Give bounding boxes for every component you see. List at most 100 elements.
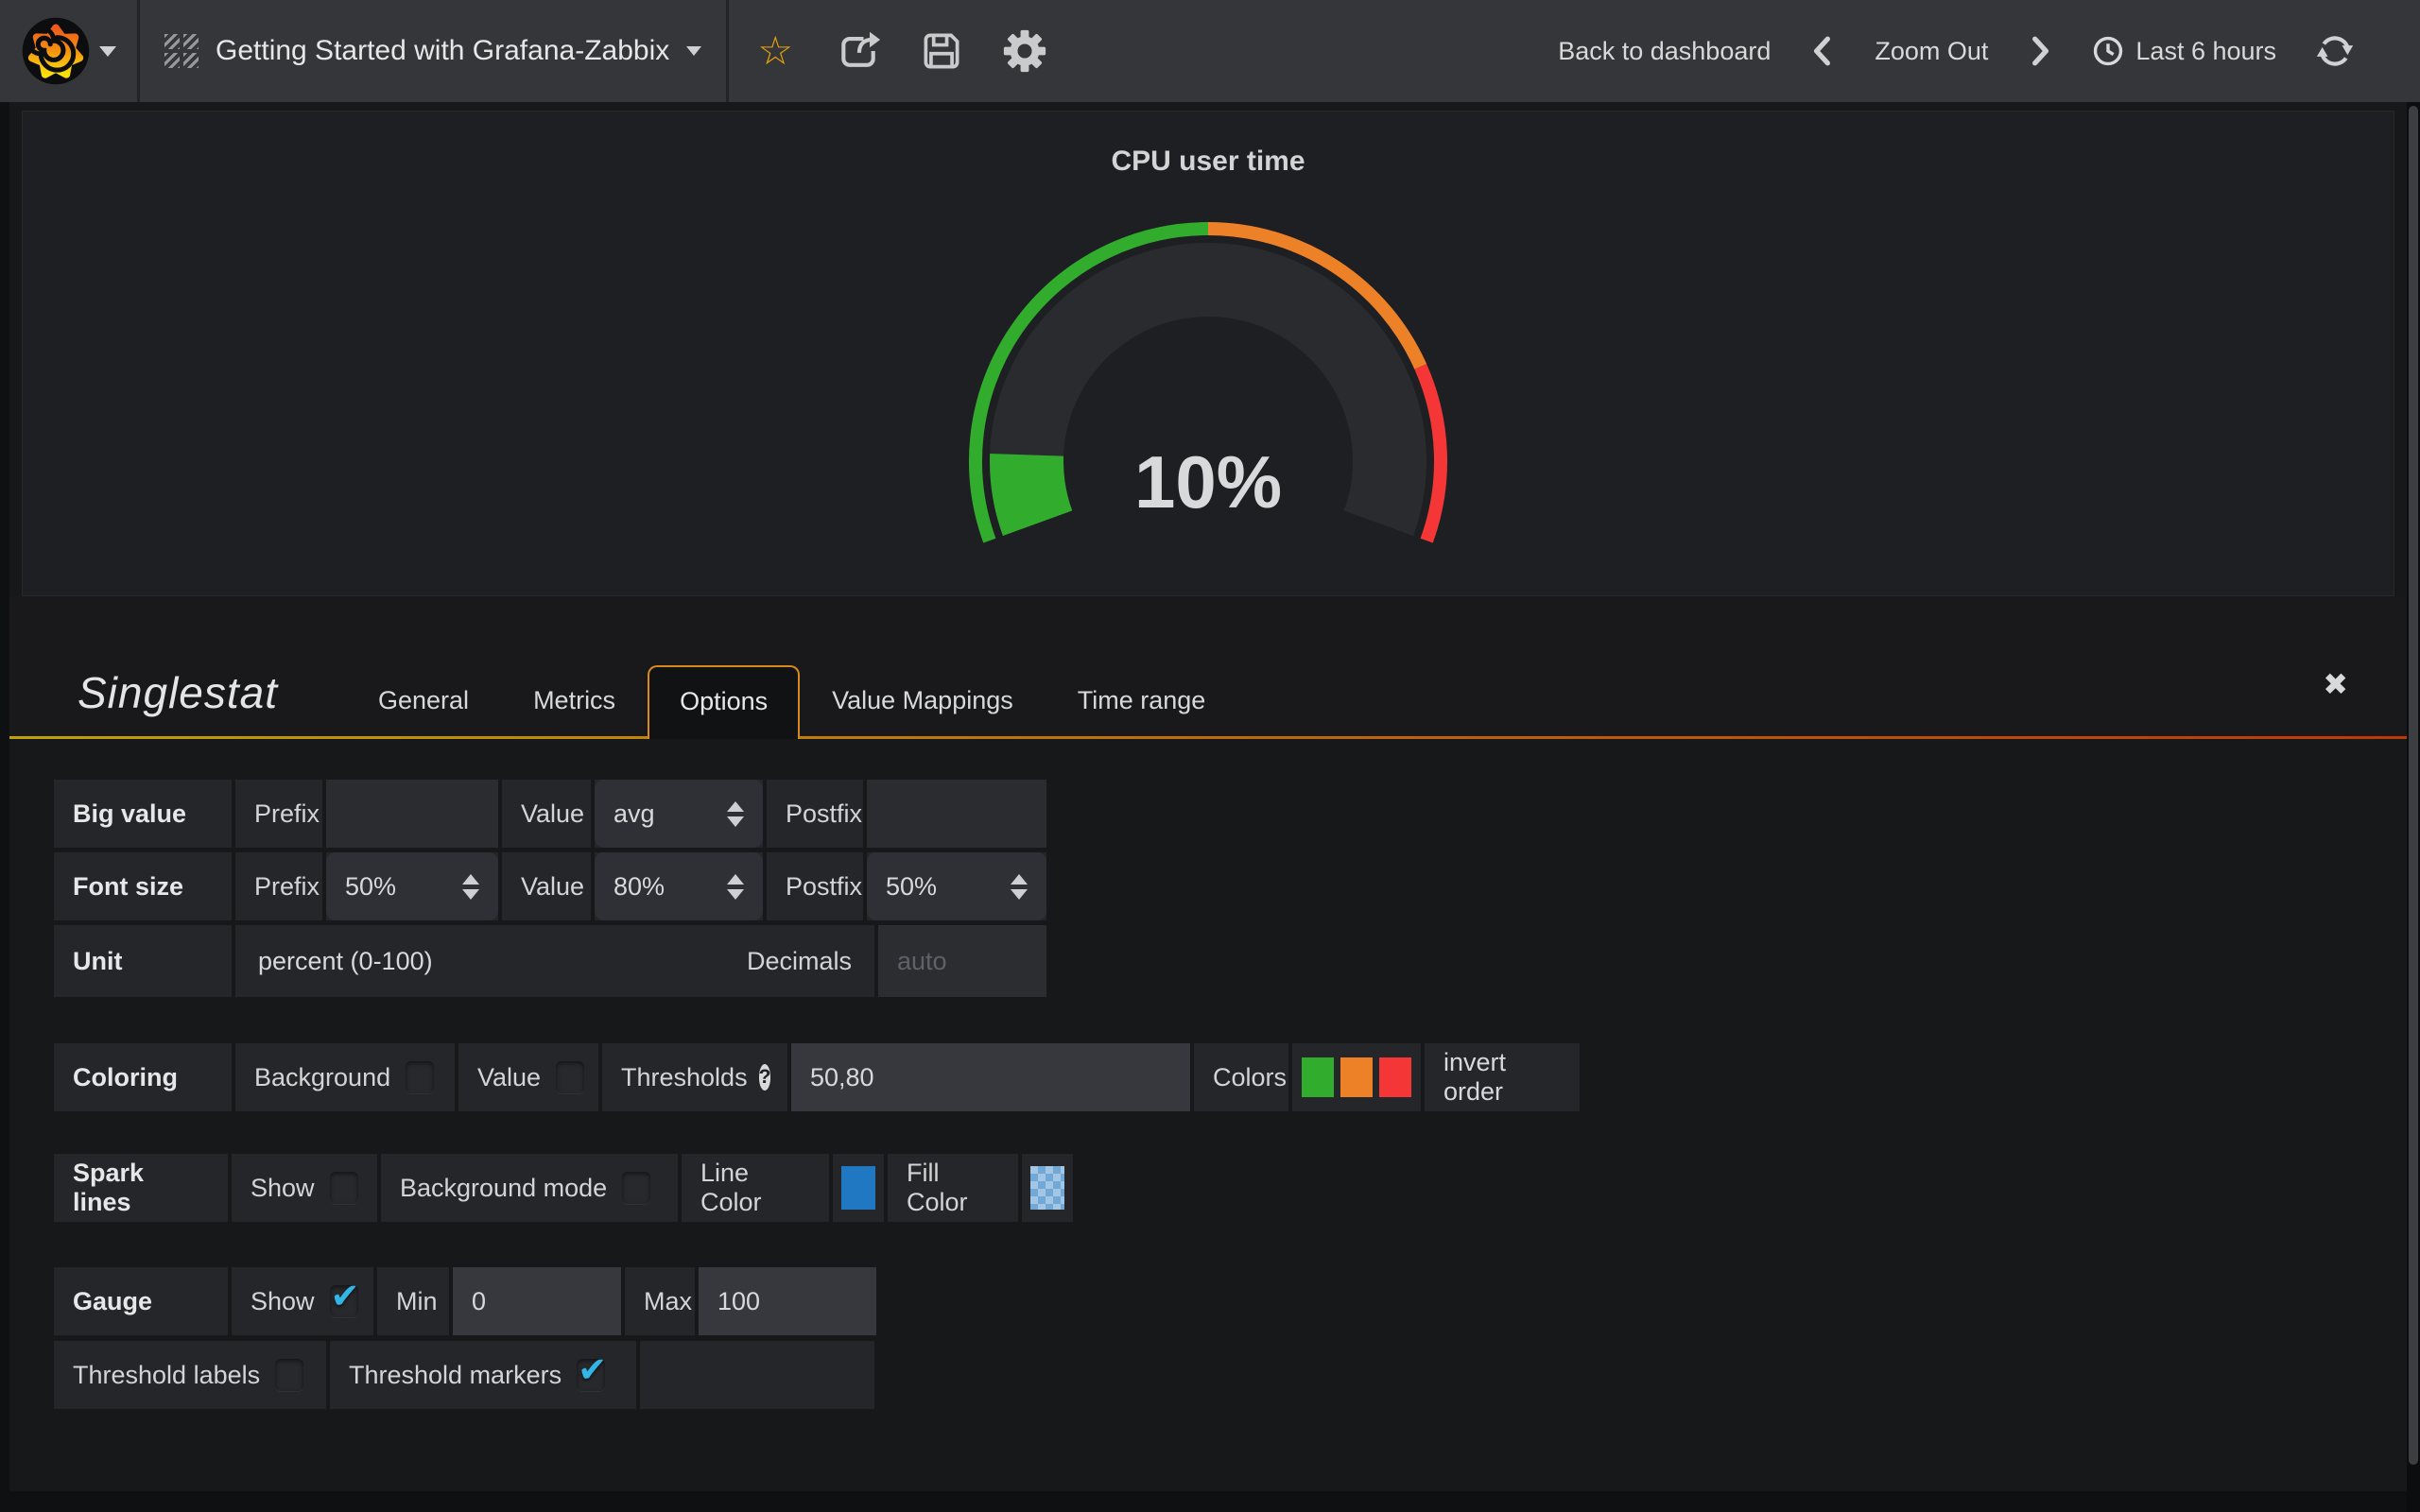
background-checkbox[interactable]: ✔ <box>406 1061 434 1093</box>
share-button[interactable] <box>829 0 888 102</box>
dashboard-title: Getting Started with Grafana-Zabbix <box>216 35 669 67</box>
threshold-markers-cell: Threshold markers ✔ <box>330 1341 636 1409</box>
color-swatches-cell <box>1292 1043 1421 1111</box>
max-input[interactable] <box>699 1267 876 1335</box>
spark-show-checkbox[interactable]: ✔ <box>330 1172 358 1204</box>
fill-color-swatch[interactable] <box>1030 1166 1064 1210</box>
prefix-input[interactable] <box>326 780 498 848</box>
coloring-label: Coloring <box>54 1043 232 1111</box>
dashboard-grid-icon <box>164 34 199 68</box>
coloring-background-cell: Background ✔ <box>235 1043 455 1111</box>
unit-row: Unit percent (0-100) Decimals <box>54 925 2407 997</box>
zoom-out-button[interactable]: Zoom Out <box>1875 37 1988 66</box>
checkmark-icon: ✔ <box>578 1349 607 1390</box>
dashboard-actions: ☆ <box>729 0 1071 102</box>
background-mode-checkbox[interactable]: ✔ <box>622 1172 650 1204</box>
colors-label: Colors <box>1194 1043 1288 1111</box>
spark-lines-label: Spark lines <box>54 1154 228 1222</box>
dashboard-content: CPU user time 10% Singlestat General Met… <box>9 102 2407 1491</box>
invert-order-button[interactable]: invert order <box>1443 1048 1561 1107</box>
postfix-size-select-cell: 50% <box>867 852 1046 920</box>
scrollbar-thumb[interactable] <box>2409 106 2418 1465</box>
spark-lines-row: Spark lines Show ✔ Background mode ✔ Lin… <box>54 1154 2407 1222</box>
gauge-show-cell: Show ✔ <box>232 1267 373 1335</box>
decimals-label: Decimals <box>747 947 852 976</box>
postfix-input[interactable] <box>867 780 1046 848</box>
gauge-value: 10% <box>23 444 2394 520</box>
min-input-cell <box>453 1267 621 1335</box>
dashboard-title-button[interactable]: Getting Started with Grafana-Zabbix <box>140 0 726 102</box>
grafana-logo-icon <box>22 17 90 85</box>
tab-value-mappings[interactable]: Value Mappings <box>800 686 1046 739</box>
checkmark-icon: ✔ <box>331 1276 360 1316</box>
line-color-swatch[interactable] <box>841 1166 875 1210</box>
singlestat-panel: CPU user time 10% <box>22 111 2394 596</box>
decimals-input-cell <box>878 925 1046 997</box>
tab-options[interactable]: Options <box>648 665 800 739</box>
unit-value-dropdown[interactable]: percent (0-100) <box>258 947 433 976</box>
scrollbar-track[interactable] <box>2407 102 2420 1512</box>
tab-metrics[interactable]: Metrics <box>501 686 648 739</box>
min-label: Min <box>377 1267 449 1335</box>
prefix-input-cell <box>326 780 498 848</box>
value-size-select[interactable]: 80% <box>595 852 763 920</box>
share-icon <box>836 28 881 74</box>
threshold-labels-cell: Threshold labels ✔ <box>54 1341 326 1409</box>
save-button[interactable] <box>912 0 971 102</box>
max-label: Max <box>625 1267 695 1335</box>
decimals-input[interactable] <box>878 925 1046 997</box>
grafana-logo-menu[interactable] <box>0 0 140 102</box>
prefix-size-select-cell: 50% <box>326 852 498 920</box>
unit-label: Unit <box>54 925 232 997</box>
tab-time-range[interactable]: Time range <box>1046 686 1238 739</box>
big-value-row: Big value Prefix Value avg Postfix <box>54 780 2407 848</box>
chevron-right-icon[interactable] <box>2028 35 2052 67</box>
panel-title[interactable]: CPU user time <box>23 112 2394 178</box>
min-input[interactable] <box>453 1267 621 1335</box>
time-range-label: Last 6 hours <box>2135 37 2276 66</box>
empty-cell <box>640 1341 874 1409</box>
gauge-show-checkbox[interactable]: ✔ <box>330 1285 358 1317</box>
invert-order-cell: invert order <box>1425 1043 1580 1111</box>
value-select-cell: avg <box>595 780 763 848</box>
help-icon[interactable]: ? <box>759 1064 771 1091</box>
back-to-dashboard-button[interactable]: Back to dashboard <box>1558 37 1771 66</box>
select-arrows-icon <box>727 801 744 827</box>
value-checkbox[interactable]: ✔ <box>556 1061 584 1093</box>
font-size-label: Font size <box>54 852 232 920</box>
time-range-picker[interactable]: Last 6 hours <box>2092 35 2276 67</box>
prefix-label: Prefix <box>235 780 322 848</box>
navbar: Getting Started with Grafana-Zabbix ☆ <box>0 0 2420 102</box>
star-icon: ☆ <box>757 31 793 71</box>
value-label: Value <box>502 780 591 848</box>
options-form: Big value Prefix Value avg Postfix <box>9 780 2407 1409</box>
threshold-markers-checkbox[interactable]: ✔ <box>577 1359 605 1391</box>
prefix-size-select[interactable]: 50% <box>326 852 498 920</box>
thresholds-input[interactable] <box>791 1043 1190 1111</box>
threshold-labels-checkbox[interactable]: ✔ <box>275 1359 303 1391</box>
threshold-color-swatch-orange[interactable] <box>1340 1057 1373 1097</box>
select-arrows-icon <box>727 874 744 900</box>
value-function-select[interactable]: avg <box>595 780 763 848</box>
value-size-label: Value <box>502 852 591 920</box>
close-editor-icon[interactable]: ✖ <box>2323 669 2348 699</box>
tab-general[interactable]: General <box>346 686 501 739</box>
panel-editor-header: Singlestat General Metrics Options Value… <box>9 596 2407 739</box>
fill-color-cell <box>1022 1154 1073 1222</box>
postfix-size-select[interactable]: 50% <box>867 852 1046 920</box>
title-caret-icon <box>686 46 701 56</box>
clock-icon <box>2092 35 2124 67</box>
threshold-color-swatch-green[interactable] <box>1302 1057 1334 1097</box>
font-size-row: Font size Prefix 50% Value 80% Postfix <box>54 852 2407 920</box>
prefix-size-label: Prefix <box>235 852 322 920</box>
editor-tabs: General Metrics Options Value Mappings T… <box>346 665 1237 739</box>
chevron-left-icon[interactable] <box>1810 35 1835 67</box>
threshold-color-swatch-red[interactable] <box>1379 1057 1411 1097</box>
logo-caret-icon <box>99 46 116 57</box>
coloring-row: Coloring Background ✔ Value ✔ Thresholds… <box>54 1043 2407 1111</box>
favorite-star-button[interactable]: ☆ <box>746 0 804 102</box>
settings-button[interactable] <box>995 0 1054 102</box>
refresh-icon[interactable] <box>2316 32 2354 70</box>
fill-color-label: Fill Color <box>888 1154 1018 1222</box>
spark-show-cell: Show ✔ <box>232 1154 377 1222</box>
